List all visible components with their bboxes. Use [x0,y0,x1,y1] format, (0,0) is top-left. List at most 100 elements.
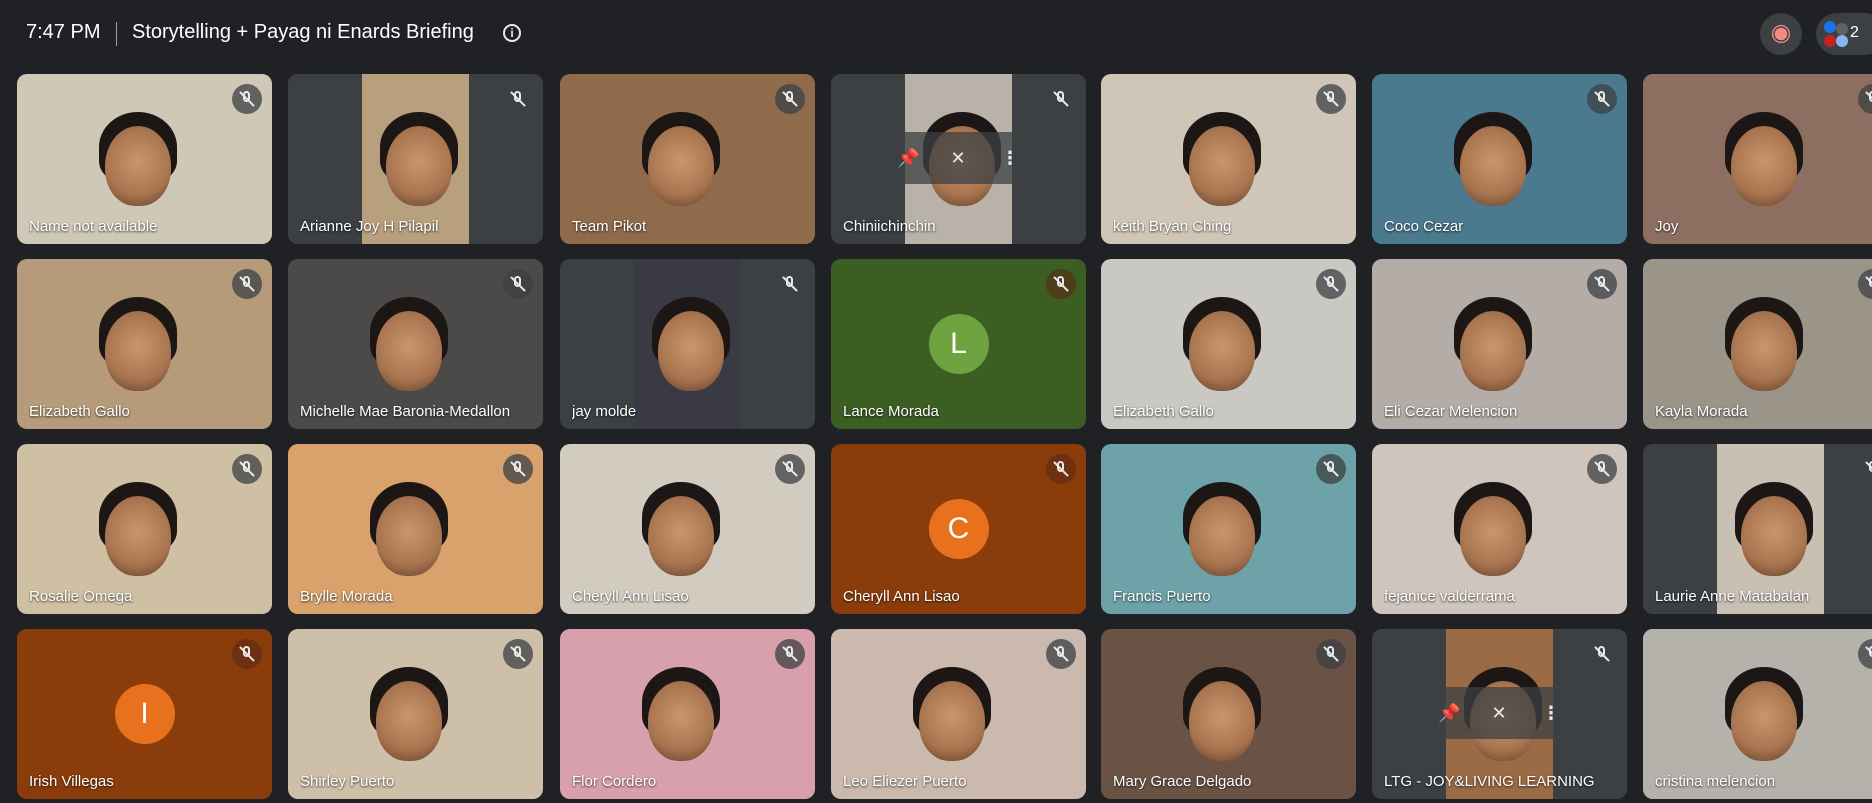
mic-off-icon [1046,639,1076,669]
participant-face [1189,126,1255,206]
participant-tile[interactable]: Arianne Joy H Pilapil [288,74,543,244]
participant-name: Name not available [29,218,158,235]
participant-tile[interactable]: Joy [1643,74,1872,244]
participant-name: Cheryll Ann Lisao [843,588,960,605]
participant-avatar [1824,35,1836,47]
participant-name: Eli Cezar Melencion [1384,403,1518,420]
participant-tile[interactable]: Coco Cezar [1372,74,1627,244]
participant-initial-avatar: C [928,499,989,559]
participant-avatar [1836,23,1848,35]
participant-tile[interactable]: Team Pikot [560,74,815,244]
mic-off-icon [1316,454,1346,484]
mic-off-icon [1046,454,1076,484]
mic-off-icon [1316,269,1346,299]
participant-name: Chiniichinchin [843,218,936,235]
tile-hover-controls: 📌 ✕ ⋮ [879,132,1039,184]
participant-tile[interactable]: 📌 ✕ ⋮ Chiniichinchin [831,74,1086,244]
mic-off-icon [775,639,805,669]
participant-face [1189,681,1255,761]
participant-name: Cheryll Ann Lisao [572,588,689,605]
mic-off-icon [232,454,262,484]
mic-off-icon [503,454,533,484]
participant-tile[interactable]: Michelle Mae Baronia-Medallon [288,259,543,429]
participant-tile[interactable]: Name not available [17,74,272,244]
mic-off-icon [775,269,805,299]
participant-face [1741,496,1807,576]
pin-icon[interactable]: 📌 [897,146,919,170]
mic-off-icon [1587,639,1617,669]
title-divider [116,22,117,46]
mic-off-icon [775,84,805,114]
participant-tile[interactable]: Francis Puerto [1101,444,1356,614]
participant-tile[interactable]: keith Bryan Ching [1101,74,1356,244]
participant-face [648,496,714,576]
meeting-time: 7:47 PM [26,21,101,43]
pin-icon[interactable]: 📌 [1438,701,1460,725]
participant-name: Arianne Joy H Pilapil [300,218,439,235]
participant-name: Kayla Morada [1655,403,1748,420]
participant-name: Elizabeth Gallo [1113,403,1214,420]
participant-name: fejanice valderrama [1384,588,1515,605]
participant-face [648,681,714,761]
mic-off-icon[interactable]: ✕ [947,146,969,170]
participant-name: Joy [1655,218,1679,235]
participant-name: Laurie Anne Matabalan [1655,588,1810,605]
participant-face [1189,311,1255,391]
participant-face [1460,126,1526,206]
participant-tile[interactable]: jay molde [560,259,815,429]
participant-tile[interactable]: Mary Grace Delgado [1101,629,1356,799]
participant-tile[interactable]: Elizabeth Gallo [17,259,272,429]
mic-off-icon [1046,84,1076,114]
participant-name: Lance Morada [843,403,939,420]
participants-button[interactable] [1816,13,1872,55]
participant-name: Leo Eliezer Puerto [843,773,967,790]
participant-tile[interactable]: Brylle Morada [288,444,543,614]
more-vert-icon[interactable]: ⋮ [999,146,1021,170]
participant-name: Michelle Mae Baronia-Medallon [300,403,511,420]
participant-name: jay molde [572,403,637,420]
participant-name: Mary Grace Delgado [1113,773,1252,790]
participant-tile[interactable]: Kayla Morada [1643,259,1872,429]
participant-avatar [1824,21,1836,33]
participant-tile[interactable]: Flor Cordero [560,629,815,799]
mic-off-icon [775,454,805,484]
participant-tile[interactable]: Eli Cezar Melencion [1372,259,1627,429]
participant-count: 2 [1850,24,1859,41]
participant-tile[interactable]: Leo Eliezer Puerto [831,629,1086,799]
participant-tile[interactable]: fejanice valderrama [1372,444,1627,614]
participant-face [1460,496,1526,576]
participant-face [648,126,714,206]
participant-name: Brylle Morada [300,588,393,605]
participant-initial-avatar: I [114,684,175,744]
participant-tile[interactable]: Laurie Anne Matabalan [1643,444,1872,614]
participant-tile[interactable]: Elizabeth Gallo [1101,259,1356,429]
participant-tile[interactable]: cristina melencion [1643,629,1872,799]
meeting-title: Storytelling + Payag ni Enards Briefing [132,21,474,43]
participant-name: keith Bryan Ching [1113,218,1232,235]
mic-off-icon [503,84,533,114]
info-icon[interactable]: i [503,24,521,42]
record-button[interactable] [1760,13,1802,55]
tile-hover-controls: 📌 ✕ ⋮ [1420,687,1580,739]
participant-face [376,496,442,576]
participant-tile[interactable]: 📌 ✕ ⋮ LTG - JOY&LIVING LEARNING [1372,629,1627,799]
mic-off-icon [232,639,262,669]
participant-face [1731,681,1797,761]
mic-off-icon [1587,84,1617,114]
participant-tile[interactable]: I Irish Villegas [17,629,272,799]
participant-tile[interactable]: L Lance Morada [831,259,1086,429]
participant-name: Flor Cordero [572,773,657,790]
participant-tile[interactable]: Shirley Puerto [288,629,543,799]
participant-tile[interactable]: C Cheryll Ann Lisao [831,444,1086,614]
participant-face [105,496,171,576]
participant-tile[interactable]: Rosalie Omega [17,444,272,614]
mic-off-icon [1587,269,1617,299]
participant-face [386,126,452,206]
mic-off-icon [232,84,262,114]
mic-off-icon [1316,639,1346,669]
participant-avatar [1836,35,1848,47]
participant-face [658,311,724,391]
more-vert-icon[interactable]: ⋮ [1540,701,1562,725]
participant-tile[interactable]: Cheryll Ann Lisao [560,444,815,614]
mic-off-icon[interactable]: ✕ [1488,701,1510,725]
